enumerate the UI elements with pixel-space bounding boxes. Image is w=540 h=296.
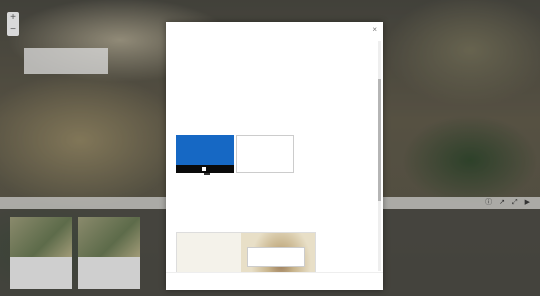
stop-icon[interactable] [202, 167, 206, 171]
share-icon[interactable]: ↗ [499, 197, 505, 209]
preview-popup [247, 247, 305, 267]
close-icon[interactable]: × [372, 25, 377, 34]
story-card-thumbnail [78, 217, 140, 257]
dialog-header: × [166, 22, 383, 39]
layer-panel[interactable] [24, 48, 108, 74]
tooltip [204, 173, 210, 175]
story-card-label [78, 257, 140, 261]
preview-image [176, 232, 316, 273]
story-card-thumbnail [10, 217, 72, 257]
option-card[interactable] [236, 135, 294, 173]
story-card[interactable] [10, 217, 72, 289]
help-dialog: × [166, 22, 383, 290]
option-card-selected[interactable] [176, 135, 234, 173]
zoom-out-button[interactable]: − [7, 24, 19, 36]
fullscreen-icon[interactable]: ⤢ [512, 197, 518, 209]
zoom-control: + − [7, 12, 19, 36]
story-card-label [10, 257, 72, 261]
dialog-footer [166, 272, 383, 290]
zoom-in-button[interactable]: + [7, 12, 19, 24]
dialog-body[interactable] [166, 39, 383, 273]
play-icon[interactable]: ▶ [525, 197, 530, 209]
story-card[interactable] [78, 217, 140, 289]
info-icon[interactable]: ⓘ [485, 197, 492, 209]
scrollbar-thumb[interactable] [378, 79, 381, 201]
